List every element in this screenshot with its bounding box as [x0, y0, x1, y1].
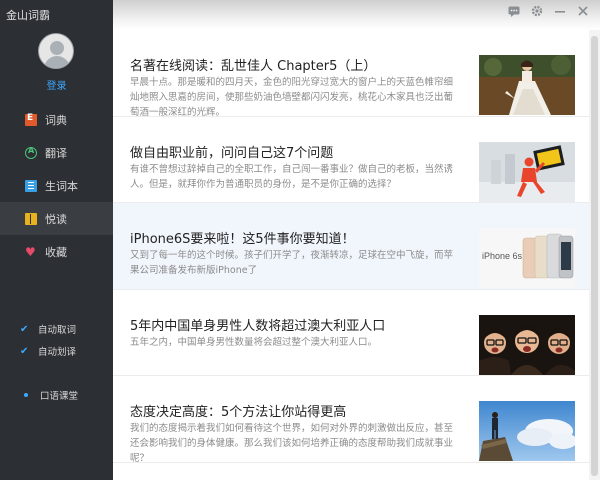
oral-class-label: 口语课堂 [40, 391, 79, 402]
sidebar-item-vocabulary[interactable]: 生词本 [0, 169, 113, 202]
article-title[interactable]: 做自由职业前，问问自己这7个问题 [130, 142, 333, 161]
window-controls [500, 5, 592, 21]
article-title[interactable]: 名著在线阅读：乱世佳人 Chapter5（上） [130, 55, 376, 74]
article-summary: 有谁不曾想过辞掉自己的全职工作，自己闯一番事业？做自己的老板，当然诱人。但是，就… [130, 163, 454, 190]
auto-lookup-checkbox[interactable]: ✔ 自动取词 [20, 318, 76, 340]
message-icon[interactable] [505, 5, 523, 21]
heart-icon: ♥ [25, 244, 36, 259]
avatar[interactable] [38, 33, 74, 69]
article-item-single-men[interactable]: 5年内中国单身男性人数将超过澳大利亚人口 五年之内，中国单身男性数量将会超过整个… [113, 290, 589, 376]
avatar-head [50, 41, 64, 55]
article-summary: 我们的态度揭示着我们如何看待这个世界，如何对外界的刺激做出反应，甚至还会影响我们… [130, 423, 454, 464]
avatar-body [44, 56, 70, 68]
bullet-dot-icon [24, 393, 28, 397]
dictionary-icon [25, 113, 37, 126]
checkmark-icon: ✔ [20, 345, 29, 357]
sidebar-item-reading[interactable]: 悦读 [0, 202, 113, 235]
article-item-freelance[interactable]: 做自由职业前，问问自己这7个问题 有谁不曾想过辞掉自己的全职工作，自己闯一番事业… [113, 117, 589, 203]
vocabulary-book-icon [25, 179, 37, 192]
sidebar-item-favorites[interactable]: ♥ 收藏 [0, 235, 113, 268]
login-link[interactable]: 登录 [0, 77, 113, 92]
checkmark-icon: ✔ [20, 323, 29, 335]
sidebar-item-label: 收藏 [45, 245, 67, 259]
article-list: 名著在线阅读：乱世佳人 Chapter5（上） 早晨十点。那是暖和的四月天，金色… [113, 30, 589, 480]
article-item-attitude[interactable]: 态度决定高度：5个方法让你站得更高 我们的态度揭示着我们如何看待这个世界，如何对… [113, 376, 589, 464]
sidebar-item-label: 悦读 [45, 212, 67, 226]
article-thumbnail-business-figure[interactable] [479, 141, 575, 202]
article-item-iphone6s[interactable]: iPhone6S要来啦！这5件事你要知道！ 又到了每一年的这个时候。孩子们开学了… [113, 203, 589, 290]
sidebar-item-translate[interactable]: 翻译 [0, 136, 113, 169]
reading-icon [25, 212, 37, 225]
close-icon[interactable] [574, 5, 592, 21]
minimize-icon[interactable] [551, 5, 569, 21]
article-thumbnail-three-men[interactable] [479, 314, 575, 375]
options-group: ✔ 自动取词 ✔ 自动划译 [20, 318, 76, 362]
option-label: 自动取词 [38, 325, 77, 336]
article-item-gone-with-the-wind[interactable]: 名著在线阅读：乱世佳人 Chapter5（上） 早晨十点。那是暖和的四月天，金色… [113, 30, 589, 118]
thumbnail-caption: iPhone 6s [482, 251, 523, 261]
article-thumbnail-dress[interactable] [479, 55, 575, 115]
sidebar-item-label: 生词本 [45, 179, 78, 193]
app-title: 金山词霸 [6, 9, 50, 22]
sidebar-item-label: 词典 [45, 113, 67, 127]
title-bar [113, 0, 600, 30]
article-title[interactable]: 5年内中国单身男性人数将超过澳大利亚人口 [130, 315, 385, 334]
translate-icon [25, 146, 37, 159]
option-label: 自动划译 [38, 347, 77, 358]
oral-class-link[interactable]: 口语课堂 [24, 388, 78, 402]
article-thumbnail-man-on-rock[interactable] [479, 401, 575, 461]
settings-icon[interactable] [528, 5, 546, 21]
article-summary: 又到了每一年的这个时候。孩子们开学了，夜渐转凉，足球在空中飞旋，而苹果公司准备发… [130, 250, 454, 276]
auto-translate-checkbox[interactable]: ✔ 自动划译 [20, 340, 76, 362]
article-title[interactable]: iPhone6S要来啦！这5件事你要知道！ [130, 228, 355, 247]
scrollbar[interactable] [589, 30, 600, 480]
nav-menu: 词典 翻译 生词本 悦读 ♥ 收藏 [0, 103, 113, 268]
article-summary: 五年之内，中国单身男性数量将会超过整个澳大利亚人口。 [130, 336, 378, 348]
sidebar: 金山词霸 登录 词典 翻译 生词本 悦读 ♥ 收藏 ✔ 自动取词 [0, 0, 113, 480]
article-title[interactable]: 态度决定高度：5个方法让你站得更高 [130, 401, 346, 420]
article-thumbnail-iphone[interactable]: iPhone 6s [479, 228, 575, 288]
sidebar-item-dictionary[interactable]: 词典 [0, 103, 113, 136]
scrollbar-thumb[interactable] [591, 36, 598, 476]
article-summary: 早晨十点。那是暖和的四月天，金色的阳光穿过宽大的窗户上的天蓝色帷帘细灿地照入思嘉… [130, 77, 454, 118]
sidebar-item-label: 翻译 [45, 146, 67, 160]
